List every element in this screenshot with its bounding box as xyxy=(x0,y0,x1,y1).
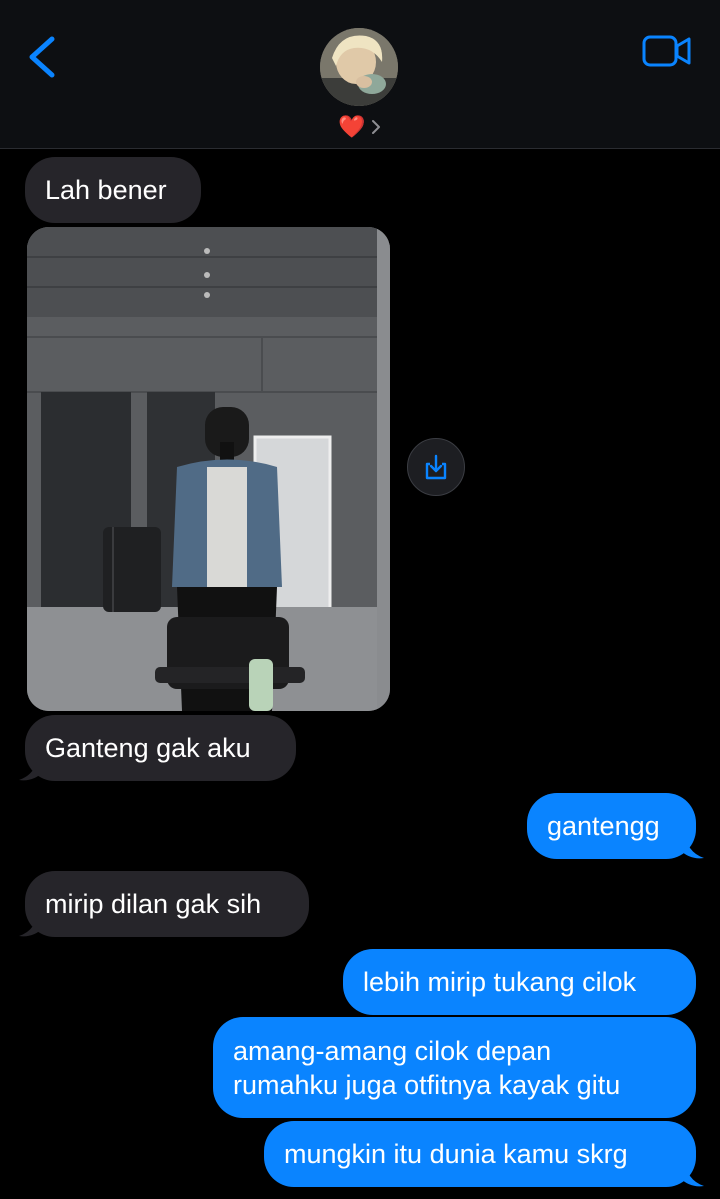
bubble-tail xyxy=(680,830,704,859)
message-text-line: rumahku juga otfitnya kayak gitu xyxy=(233,1069,621,1100)
message-bubble-outgoing[interactable]: gantengg xyxy=(527,793,696,859)
bubble-tail xyxy=(680,1158,704,1187)
chevron-right-icon xyxy=(372,120,381,134)
contact-name: ❤️ xyxy=(338,114,366,139)
message-text: Ganteng gak aku xyxy=(45,733,251,763)
message-bubble-outgoing[interactable]: mungkin itu dunia kamu skrg xyxy=(264,1121,696,1187)
image-message[interactable] xyxy=(27,227,390,711)
message-text-line: amang-amang cilok depan xyxy=(233,1035,552,1066)
message-text: gantengg xyxy=(547,811,660,841)
message-bubble-incoming[interactable]: Lah bener xyxy=(25,157,201,223)
message-bubble-incoming[interactable]: Ganteng gak aku xyxy=(25,715,296,781)
message-bubble-outgoing[interactable]: lebih mirip tukang cilok xyxy=(343,949,696,1015)
message-text: mirip dilan gak sih xyxy=(45,889,262,919)
conversation-header: ❤️ xyxy=(0,0,720,149)
message-bubble-outgoing[interactable]: amang-amang cilok depan rumahku juga otf… xyxy=(213,1017,696,1118)
contact-name-row[interactable]: ❤️ xyxy=(338,114,382,140)
message-text: mungkin itu dunia kamu skrg xyxy=(284,1139,628,1169)
message-bubble-incoming[interactable]: mirip dilan gak sih xyxy=(25,871,309,937)
contact-avatar[interactable] xyxy=(320,28,398,106)
message-text: Lah bener xyxy=(45,175,167,205)
download-icon xyxy=(425,454,447,480)
message-text: lebih mirip tukang cilok xyxy=(363,967,637,997)
back-button[interactable] xyxy=(22,34,62,82)
bubble-tail xyxy=(19,908,43,937)
save-image-button[interactable] xyxy=(407,438,465,496)
video-camera-icon xyxy=(642,35,691,67)
chevron-left-icon xyxy=(29,36,55,78)
bubble-tail xyxy=(19,752,43,781)
video-call-button[interactable] xyxy=(642,34,692,68)
